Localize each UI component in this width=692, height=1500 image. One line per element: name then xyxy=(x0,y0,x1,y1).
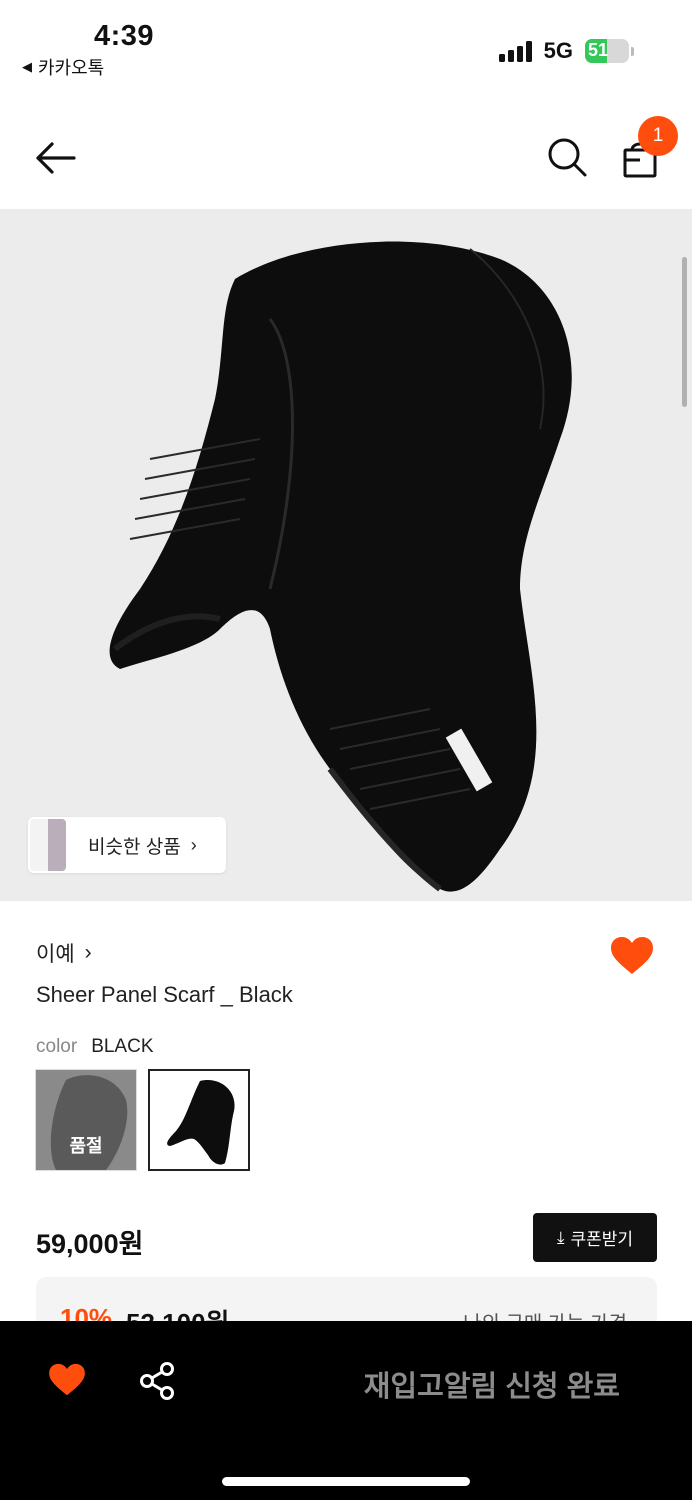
product-name: Sheer Panel Scarf _ Black xyxy=(36,982,293,1007)
heart-icon[interactable] xyxy=(610,936,654,976)
color-label: color xyxy=(36,1036,78,1057)
brand-name: 이예 xyxy=(36,943,75,966)
heart-icon[interactable] xyxy=(48,1363,86,1397)
status-time: 4:39 xyxy=(94,20,155,52)
search-icon[interactable] xyxy=(546,136,588,178)
sold-out-label: 품절 xyxy=(69,1136,103,1156)
similar-products-label: 비슷한 상품 xyxy=(88,836,181,858)
arrow-left-icon[interactable] xyxy=(34,138,78,178)
product-image[interactable]: 비슷한 상품 › xyxy=(0,209,692,901)
product-price: 59,000원 xyxy=(36,1229,144,1259)
download-icon: ⤓ xyxy=(556,1227,565,1247)
get-coupon-button[interactable]: ⤓ 쿠폰받기 xyxy=(533,1213,657,1262)
color-swatch-option[interactable]: 품절 xyxy=(35,1069,137,1171)
cart-count-badge: 1 xyxy=(638,116,678,156)
color-value: BLACK xyxy=(91,1036,154,1057)
home-indicator[interactable] xyxy=(222,1477,470,1486)
battery-tip xyxy=(631,46,634,56)
back-to-app-link[interactable]: ◀ 카카오톡 xyxy=(22,54,104,80)
get-coupon-label: 쿠폰받기 xyxy=(570,1230,634,1249)
swatch-scarf-image xyxy=(167,1080,235,1165)
battery-percent: 51 xyxy=(588,40,609,60)
chevron-right-icon: › xyxy=(190,834,197,855)
chevron-right-icon: › xyxy=(84,941,92,964)
similar-products-button[interactable]: 비슷한 상품 › xyxy=(28,817,226,873)
brand-link[interactable]: 이예 › xyxy=(36,938,92,968)
restock-alert-status: 재입고알림 신청 완료 xyxy=(363,1371,620,1403)
cellular-signal-icon xyxy=(498,40,532,62)
share-icon[interactable] xyxy=(138,1361,176,1401)
network-type: 5G xyxy=(543,38,573,63)
color-option-row: color BLACK xyxy=(36,1036,154,1058)
battery-icon: 51 xyxy=(585,39,629,63)
status-indicators: 5G 51 xyxy=(498,38,634,64)
back-app-label: 카카오톡 xyxy=(38,58,105,78)
image-scrollbar[interactable] xyxy=(682,257,687,407)
back-triangle-icon: ◀ xyxy=(22,59,32,74)
scarf-illustration xyxy=(109,241,572,892)
bottom-action-bar: 재입고알림 신청 완료 xyxy=(0,1321,692,1500)
color-swatch-option-selected[interactable] xyxy=(148,1069,250,1171)
similar-product-thumbnail xyxy=(30,819,66,871)
